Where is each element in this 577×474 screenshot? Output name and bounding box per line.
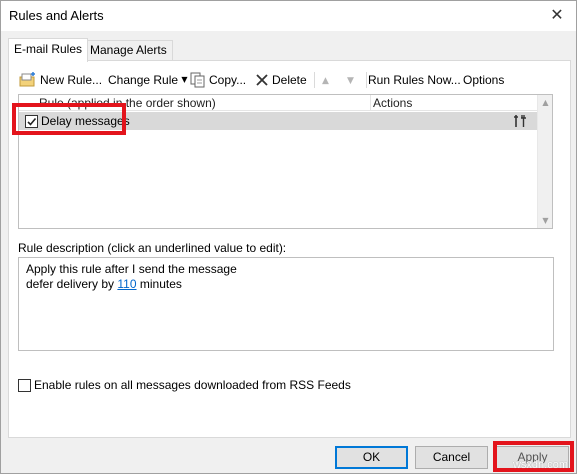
arrow-down-icon: ▼ — [347, 76, 354, 86]
delay-minutes-link[interactable]: 110 — [117, 277, 136, 291]
vertical-scrollbar[interactable]: ▲ ▼ — [537, 95, 552, 228]
scroll-down-icon[interactable]: ▼ — [538, 213, 552, 228]
move-up-button[interactable]: ▲ — [322, 70, 329, 90]
arrow-up-icon: ▲ — [322, 76, 329, 86]
options-label: Options — [463, 72, 505, 87]
checkmark-icon — [27, 117, 37, 126]
change-rule-label: Change Rule — [108, 72, 179, 87]
delete-button[interactable]: Delete — [255, 70, 307, 90]
rss-label: Enable rules on all messages downloaded … — [34, 378, 351, 392]
move-down-button[interactable]: ▼ — [347, 70, 354, 90]
rules-list[interactable]: Rule (applied in the order shown) Action… — [18, 94, 553, 229]
title-bar: Rules and Alerts ✕ — [1, 1, 576, 31]
toolbar-separator — [314, 72, 315, 88]
column-header-rule[interactable]: Rule (applied in the order shown) — [39, 96, 216, 110]
new-rule-label: New Rule... — [40, 72, 103, 87]
rule-row[interactable]: Delay messages — [19, 112, 539, 130]
delete-icon — [256, 74, 268, 86]
delete-label: Delete — [272, 72, 307, 87]
new-rule-button[interactable]: New Rule... — [19, 70, 102, 90]
rule-description-label: Rule description (click an underlined va… — [18, 241, 287, 255]
description-text: minutes — [136, 277, 182, 291]
description-line: Apply this rule after I send the message — [26, 262, 237, 276]
email-rules-panel: New Rule... Change Rule ▼ Copy... Delete — [8, 60, 571, 438]
new-rule-icon — [19, 71, 35, 87]
tab-email-rules-label: E-mail Rules — [14, 42, 83, 56]
tab-email-rules[interactable]: E-mail Rules — [8, 38, 89, 62]
scroll-up-icon[interactable]: ▲ — [538, 95, 552, 110]
rule-actions-icon — [514, 115, 526, 127]
run-rules-now-button[interactable]: Run Rules Now... — [368, 70, 461, 90]
watermark: wsxdn.com — [512, 459, 568, 471]
cancel-button[interactable]: Cancel — [415, 446, 488, 469]
description-line: defer delivery by 110 minutes — [26, 277, 182, 291]
close-icon[interactable]: ✕ — [546, 5, 568, 25]
ok-button[interactable]: OK — [335, 446, 408, 469]
toolbar-separator — [366, 72, 367, 88]
copy-label: Copy... — [209, 72, 247, 87]
options-button[interactable]: Options — [463, 70, 504, 90]
column-header-actions[interactable]: Actions — [373, 96, 412, 110]
copy-button[interactable]: Copy... — [190, 70, 246, 90]
column-divider[interactable] — [370, 95, 371, 111]
change-rule-button[interactable]: Change Rule ▼ — [108, 70, 188, 90]
rule-enabled-checkbox[interactable] — [25, 115, 38, 128]
chevron-down-icon: ▼ — [181, 74, 188, 84]
rule-name: Delay messages — [41, 114, 130, 128]
tab-manage-alerts[interactable]: Manage Alerts — [84, 40, 173, 60]
copy-icon — [190, 72, 205, 88]
run-rules-now-label: Run Rules Now... — [368, 72, 461, 87]
description-text: defer delivery by — [26, 277, 118, 291]
rss-checkbox[interactable] — [18, 379, 31, 392]
rule-description-box: Apply this rule after I send the message… — [18, 257, 554, 351]
window-title: Rules and Alerts — [9, 8, 104, 23]
list-header: Rule (applied in the order shown) Action… — [19, 95, 539, 111]
rules-and-alerts-dialog: Rules and Alerts ✕ E-mail Rules Manage A… — [0, 0, 577, 474]
tab-manage-alerts-label: Manage Alerts — [90, 43, 167, 57]
